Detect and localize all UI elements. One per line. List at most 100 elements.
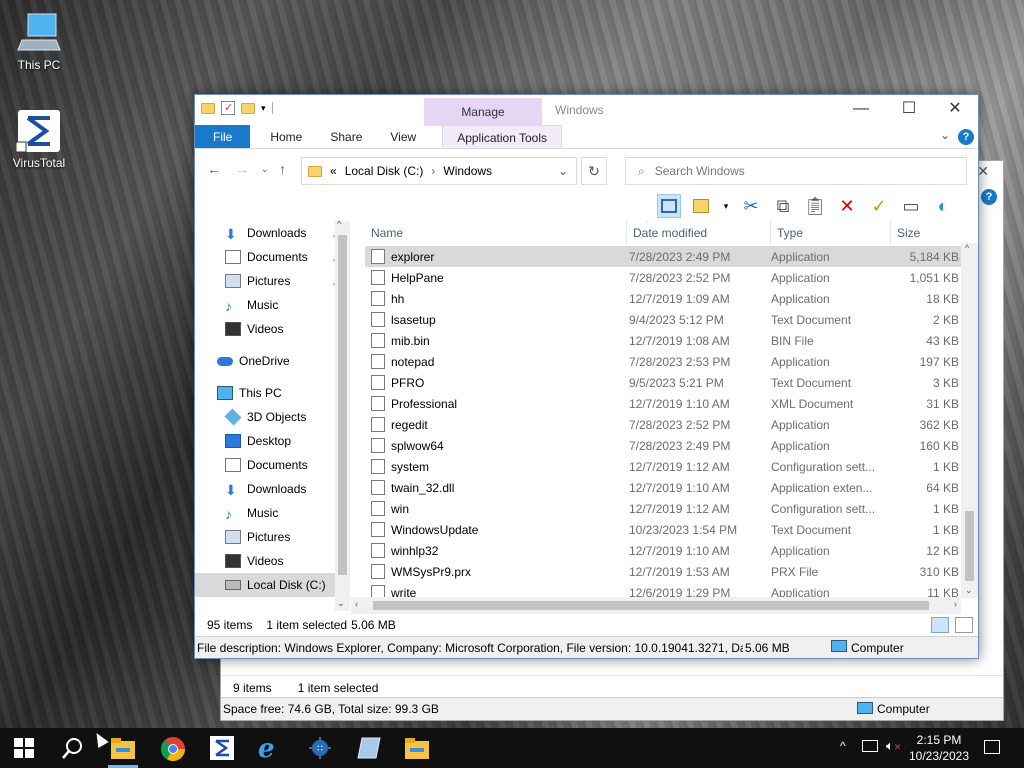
nav-item[interactable]: Documents: [225, 453, 350, 477]
file-list-hscroll-thumb[interactable]: [373, 601, 929, 610]
nav-item[interactable]: Videos: [225, 549, 350, 573]
file-row[interactable]: Professional 12/7/2019 1:10 AM XML Documen…: [365, 393, 961, 414]
desktop-icon-virustotal[interactable]: VirusTotal: [4, 108, 74, 170]
nav-item[interactable]: Pictures📌︎: [225, 269, 350, 293]
address-dropdown-icon[interactable]: ⌄: [558, 164, 568, 178]
search-taskbar-icon[interactable]: [60, 736, 86, 762]
start-button[interactable]: [14, 738, 34, 758]
nav-item[interactable]: ⬇Downloads📌︎: [225, 221, 350, 245]
folder-taskbar-icon[interactable]: [404, 738, 430, 764]
scroll-right-icon[interactable]: ›: [954, 599, 957, 609]
cut-icon[interactable]: ✂: [739, 194, 763, 218]
file-row[interactable]: win 12/7/2019 1:12 AM Configuration sett..…: [365, 498, 961, 519]
file-row[interactable]: regedit 7/28/2023 2:52 PM Application 362 K…: [365, 414, 961, 435]
system-clock[interactable]: 2:15 PM 10/23/2023: [904, 732, 974, 764]
chrome-taskbar-icon[interactable]: [160, 736, 186, 762]
close-button[interactable]: ✕: [932, 95, 978, 125]
file-list-horizontal-scrollbar[interactable]: ‹ ›: [351, 597, 961, 614]
notes-taskbar-icon[interactable]: [356, 736, 382, 762]
nav-item[interactable]: OneDrive: [217, 349, 350, 373]
background-help-icon[interactable]: ?: [981, 189, 997, 205]
background-close-button[interactable]: ✕: [977, 163, 989, 180]
column-type[interactable]: Type: [771, 221, 891, 245]
file-row[interactable]: mib.bin 12/7/2019 1:08 AM BIN File 43 KB: [365, 330, 961, 351]
nav-item[interactable]: 3D Objects: [224, 405, 350, 429]
scroll-down-icon[interactable]: ⌄: [965, 585, 973, 596]
file-row[interactable]: notepad 7/28/2023 2:53 PM Application 197 K…: [365, 351, 961, 372]
file-row[interactable]: hh 12/7/2019 1:09 AM Application 18 KB: [365, 288, 961, 309]
file-row[interactable]: PFRO 9/5/2023 5:21 PM Text Document 3 KB: [365, 372, 961, 393]
scroll-left-icon[interactable]: ‹: [355, 599, 358, 609]
maximize-button[interactable]: ☐: [886, 95, 932, 125]
breadcrumb-local-disk[interactable]: Local Disk (C:): [345, 164, 424, 178]
nav-item[interactable]: ♪ Music: [225, 501, 350, 525]
details-view-icon[interactable]: [931, 617, 949, 633]
breadcrumb-windows[interactable]: Windows: [443, 164, 492, 178]
file-list-vertical-scrollbar[interactable]: ^ ⌄: [961, 243, 978, 598]
file-explorer-taskbar-icon[interactable]: [110, 738, 136, 764]
tab-share[interactable]: Share: [316, 125, 376, 148]
title-bar[interactable]: ✓ ▾ Manage Windows — ☐ ✕: [195, 95, 978, 126]
file-row[interactable]: system 12/7/2019 1:12 AM Configuration set…: [365, 456, 961, 477]
column-name[interactable]: Name: [351, 221, 627, 245]
new-folder-icon[interactable]: [241, 102, 255, 114]
tab-file[interactable]: File: [195, 125, 251, 148]
rename-icon[interactable]: ✓: [867, 194, 891, 218]
desktop-icon-this-pc[interactable]: This PC: [4, 10, 74, 72]
address-bar[interactable]: « Local Disk (C:) › Windows ⌄: [301, 157, 577, 185]
file-list-scroll-thumb[interactable]: [965, 511, 974, 581]
refresh-button[interactable]: ↻: [581, 157, 607, 185]
file-row[interactable]: lsasetup 9/4/2023 5:12 PM Text Document 2 K…: [365, 309, 961, 330]
help-icon[interactable]: ?: [958, 129, 974, 145]
nav-item[interactable]: This PC: [217, 381, 350, 405]
network-tool-taskbar-icon[interactable]: [308, 736, 334, 762]
volume-muted-icon[interactable]: 🔈︎✕: [886, 738, 901, 754]
properties-icon[interactable]: ✓: [221, 101, 235, 115]
notification-center-icon[interactable]: [984, 740, 1000, 754]
minimize-button[interactable]: —: [838, 95, 884, 125]
nav-item[interactable]: Documents📌︎: [225, 245, 350, 269]
search-box[interactable]: ⌕ Search Windows: [625, 157, 967, 185]
search-input[interactable]: Search Windows: [655, 164, 745, 178]
back-button[interactable]: ←: [207, 161, 221, 177]
paste-icon[interactable]: 📋︎: [803, 194, 827, 218]
large-icons-view-icon[interactable]: [955, 617, 973, 633]
nav-item[interactable]: Videos: [225, 317, 350, 341]
nav-item[interactable]: Local Disk (C:): [195, 573, 335, 597]
file-row[interactable]: twain_32.dll 12/7/2019 1:10 AM Application…: [365, 477, 961, 498]
virustotal-taskbar-icon[interactable]: [210, 736, 236, 762]
nav-item[interactable]: ♪ Music: [225, 293, 350, 317]
explorer-window[interactable]: ✓ ▾ Manage Windows — ☐ ✕ File Home Share…: [194, 94, 979, 659]
nav-item[interactable]: Pictures: [225, 525, 350, 549]
file-row[interactable]: WindowsUpdate 10/23/2023 1:54 PM Text Docu…: [365, 519, 961, 540]
tab-manage[interactable]: Manage: [424, 98, 542, 126]
qat-dropdown-icon[interactable]: ▾: [261, 103, 266, 114]
nav-scroll-down-icon[interactable]: ⌄: [337, 598, 345, 609]
file-row[interactable]: HelpPane 7/28/2023 2:52 PM Application 1,05…: [365, 267, 961, 288]
view-dropdown-icon[interactable]: ▾: [721, 194, 731, 218]
up-button[interactable]: ↑: [279, 161, 286, 177]
nav-scroll-thumb[interactable]: [338, 235, 347, 575]
copy-icon[interactable]: ⧉: [771, 194, 795, 218]
show-hidden-icons-icon[interactable]: ^: [840, 739, 846, 753]
delete-icon[interactable]: ✕: [835, 194, 859, 218]
shell-icon[interactable]: ◐: [931, 194, 955, 218]
network-icon[interactable]: [862, 740, 878, 752]
recent-locations-icon[interactable]: ⌄: [261, 164, 269, 175]
nav-scroll-up-icon[interactable]: ^: [337, 219, 341, 229]
properties-view-icon[interactable]: [689, 194, 713, 218]
tab-view[interactable]: View: [376, 125, 430, 148]
nav-item[interactable]: Desktop: [225, 429, 350, 453]
column-size[interactable]: Size: [891, 221, 963, 245]
file-row[interactable]: winhlp32 12/7/2019 1:10 AM Application 12 K…: [365, 540, 961, 561]
file-row[interactable]: splwow64 7/28/2023 2:49 PM Application 160 …: [365, 435, 961, 456]
tab-application-tools[interactable]: Application Tools: [442, 125, 563, 148]
preview-pane-icon[interactable]: [657, 194, 681, 218]
internet-explorer-taskbar-icon[interactable]: e: [258, 736, 284, 762]
nav-scrollbar[interactable]: ^ ⌄: [335, 219, 350, 611]
expand-ribbon-icon[interactable]: ⌄: [940, 128, 950, 142]
properties-icon[interactable]: ▭: [899, 194, 923, 218]
scroll-up-icon[interactable]: ^: [965, 243, 969, 253]
nav-item[interactable]: ⬇ Downloads: [225, 477, 350, 501]
forward-button[interactable]: →: [235, 161, 249, 177]
